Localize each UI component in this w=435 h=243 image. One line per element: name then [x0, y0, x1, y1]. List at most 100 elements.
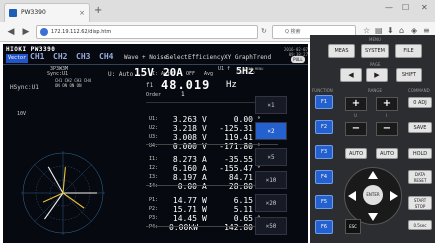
page-prev-button[interactable]: ◀	[340, 68, 362, 82]
measurement-lb: U2:	[149, 125, 159, 131]
vector-scale-label: 10V	[17, 111, 27, 117]
measurement-v2: 119.41	[224, 133, 253, 142]
close-tab-icon[interactable]: ×	[79, 4, 85, 22]
zoom-button[interactable]: ×1	[255, 96, 287, 114]
measurement-v2: -155.47	[219, 164, 253, 173]
new-tab-button[interactable]: +	[94, 5, 102, 16]
minimize-icon[interactable]: —	[385, 3, 393, 12]
range-section-label: RANGE	[368, 88, 382, 93]
hold-button[interactable]: HOLD	[408, 148, 432, 159]
menu-icon[interactable]: ≡	[423, 26, 430, 35]
save-button[interactable]: SAVE	[408, 122, 432, 133]
download-icon[interactable]: ⬇	[387, 26, 394, 35]
f3-button[interactable]: F3	[315, 145, 333, 159]
page-next-button[interactable]: ▶	[366, 68, 388, 82]
menu-select[interactable]: Select	[166, 54, 188, 61]
measurement-lb: I3:	[149, 174, 159, 180]
left-arrow-icon	[348, 191, 356, 201]
pocket-icon[interactable]: ◈	[411, 26, 417, 35]
u-range-down-button[interactable]: −	[345, 122, 367, 136]
order-label: Order	[146, 92, 162, 98]
zoom-button[interactable]: ×10	[255, 171, 287, 189]
vector-line	[47, 166, 64, 194]
zero-adj-button[interactable]: 0 ADJ	[408, 97, 432, 108]
bookmark-star-icon[interactable]: ☆	[363, 26, 370, 35]
u-auto-button[interactable]: AUTO	[345, 148, 367, 159]
i-range-up-button[interactable]: +	[376, 97, 398, 111]
measurement-lb: U3:	[149, 134, 159, 140]
channel-status-on: ON ON ON ON	[55, 83, 82, 88]
f5-button[interactable]: F5	[315, 195, 333, 209]
up-arrow-icon	[368, 171, 378, 179]
measurement-lb: P2:	[149, 206, 159, 212]
file-button[interactable]: FILE	[395, 44, 422, 58]
i-range-label: I	[386, 113, 388, 118]
f1-button[interactable]: F1	[315, 95, 333, 109]
channel-status: CH1 CH2 CH3 CH4 ON ON ON ON	[55, 78, 91, 88]
home-icon[interactable]: ⌂	[399, 26, 404, 35]
shift-button[interactable]: SHIFT	[396, 68, 422, 82]
measurement-lb: P3:	[149, 215, 159, 221]
vector-tab[interactable]: Vector	[6, 54, 28, 63]
zoom-button[interactable]: ×2	[255, 122, 287, 140]
voltage-range-value[interactable]: 15V	[134, 66, 154, 79]
data-reset-button[interactable]: DATA RESET	[408, 170, 432, 184]
reload-button[interactable]: ↻	[261, 27, 267, 35]
measurement-v1: 14.45	[172, 214, 197, 223]
f2-button[interactable]: F2	[315, 120, 333, 134]
forward-button[interactable]: ▶	[19, 25, 33, 39]
measurement-v1: 15.71	[172, 205, 197, 214]
enter-button[interactable]: ENTER	[363, 185, 383, 205]
esc-button[interactable]: ESC	[345, 219, 361, 234]
interval-select[interactable]: 0.5sec	[408, 220, 432, 230]
measurement-v2: 84.71	[228, 173, 253, 182]
freq-source-label: U1 f	[218, 66, 231, 72]
meas-button[interactable]: MEAS	[328, 44, 355, 58]
channel-tab-ch2[interactable]: CH2	[53, 52, 67, 61]
address-bar[interactable]: 172.19.112.62/disp.htm	[36, 25, 258, 39]
url-text: 172.19.112.62/disp.htm	[51, 29, 112, 35]
instrument-screen: HIOKI PW3390 Vector CH1 CH2 CH3 CH4 Wave…	[3, 44, 308, 243]
i-auto-button[interactable]: AUTO	[376, 148, 398, 159]
reading-list-icon[interactable]: ▤	[375, 26, 383, 35]
channel-tab-ch3[interactable]: CH3	[76, 52, 90, 61]
measurement-lb: I1:	[149, 156, 159, 162]
measurement-v1: 3.263	[172, 115, 197, 124]
info-icon	[40, 28, 48, 36]
zoom-button[interactable]: ×20	[255, 194, 287, 212]
measurement-v1: 3.218	[172, 124, 197, 133]
u-range-up-button[interactable]: +	[345, 97, 367, 111]
zoom-button[interactable]: ×5	[255, 148, 287, 166]
menu-wave-noise[interactable]: Wave + Noise	[124, 54, 167, 61]
order-value[interactable]: 1	[181, 91, 185, 98]
i-range-down-button[interactable]: −	[376, 122, 398, 136]
f4-button[interactable]: F4	[315, 170, 333, 184]
function-section-label: FUNCTION	[312, 88, 333, 93]
f6-button[interactable]: F6	[315, 220, 333, 234]
measurement-v2: 0.00	[233, 115, 253, 124]
close-window-icon[interactable]: ✕	[421, 3, 428, 12]
status-indicator: ST ROKED MENU 1 U1 ON 2	[236, 67, 296, 75]
menu-efficiency[interactable]: Efficiency	[188, 54, 224, 61]
measurement-v2: 142.80	[224, 223, 253, 232]
vector-diagram	[21, 151, 105, 235]
measurement-v1: 3.008	[172, 133, 197, 142]
measurement-v2: -35.55	[224, 155, 253, 164]
zoom-button[interactable]: ×50	[255, 217, 287, 235]
measurement-v1: 8.197	[172, 173, 197, 182]
start-stop-button[interactable]: START STOP	[408, 196, 432, 210]
channel-tab-ch4[interactable]: CH4	[99, 52, 113, 61]
measurement-u1: A	[202, 182, 207, 191]
page-section-label: PAGE	[370, 62, 381, 67]
status-line-2: 1 U1 ON 2	[236, 71, 255, 75]
down-arrow-icon	[368, 213, 378, 221]
system-button[interactable]: SYSTEM	[361, 44, 389, 58]
voltage-range-label: U: Auto	[108, 71, 134, 78]
browser-tab[interactable]: PW3390 ×	[4, 3, 90, 22]
menu-xy-graph[interactable]: XY Graph	[224, 54, 253, 61]
channel-tab-ch1[interactable]: CH1	[30, 52, 44, 61]
maximize-icon[interactable]: ☐	[402, 3, 409, 12]
header-divider	[3, 64, 308, 65]
back-button[interactable]: ◀	[4, 25, 18, 39]
measurement-lb: P1:	[149, 197, 159, 203]
